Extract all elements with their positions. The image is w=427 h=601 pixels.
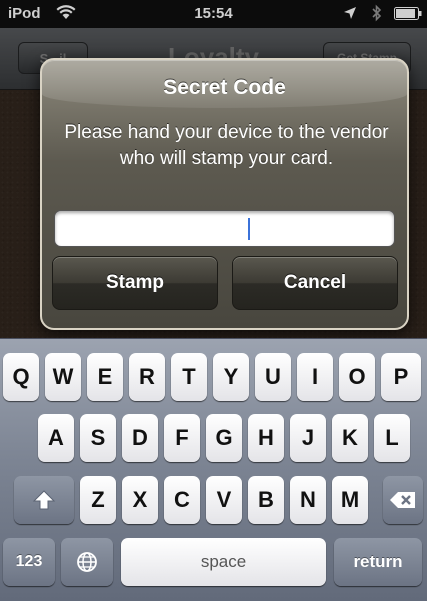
cancel-button[interactable]: Cancel [232, 256, 398, 310]
key-o[interactable]: O [339, 353, 375, 401]
secret-code-input[interactable] [54, 210, 395, 247]
key-q[interactable]: Q [3, 353, 39, 401]
text-cursor [248, 218, 250, 240]
shift-arrow-icon [32, 490, 56, 510]
globe-icon [77, 552, 97, 572]
keyboard: Q W E R T Y U I O P A S D F G H J K L Z … [0, 338, 427, 601]
key-s[interactable]: S [80, 414, 116, 462]
battery-icon [394, 7, 422, 20]
status-time: 15:54 [194, 5, 233, 22]
secret-code-alert: Secret Code Please hand your device to t… [40, 58, 409, 330]
bluetooth-icon [372, 4, 382, 22]
space-key[interactable]: space [121, 538, 326, 586]
location-icon [344, 7, 356, 19]
key-b[interactable]: B [248, 476, 284, 524]
key-t[interactable]: T [171, 353, 207, 401]
key-i[interactable]: I [297, 353, 333, 401]
globe-key[interactable] [61, 538, 113, 586]
return-key[interactable]: return [334, 538, 422, 586]
key-a[interactable]: A [38, 414, 74, 462]
key-z[interactable]: Z [80, 476, 116, 524]
key-u[interactable]: U [255, 353, 291, 401]
key-x[interactable]: X [122, 476, 158, 524]
key-v[interactable]: V [206, 476, 242, 524]
key-w[interactable]: W [45, 353, 81, 401]
key-r[interactable]: R [129, 353, 165, 401]
alert-message: Please hand your device to the vendor wh… [64, 122, 389, 169]
shift-key[interactable] [14, 476, 74, 524]
status-bar: iPod 15:54 [0, 0, 427, 28]
key-h[interactable]: H [248, 414, 284, 462]
key-n[interactable]: N [290, 476, 326, 524]
key-l[interactable]: L [374, 414, 410, 462]
stamp-button[interactable]: Stamp [52, 256, 218, 310]
key-c[interactable]: C [164, 476, 200, 524]
backspace-icon [390, 492, 415, 508]
key-j[interactable]: J [290, 414, 326, 462]
key-d[interactable]: D [122, 414, 158, 462]
key-m[interactable]: M [332, 476, 368, 524]
key-g[interactable]: G [206, 414, 242, 462]
alert-title: Secret Code [163, 76, 286, 99]
key-e[interactable]: E [87, 353, 123, 401]
delete-key[interactable] [383, 476, 423, 524]
key-y[interactable]: Y [213, 353, 249, 401]
key-p[interactable]: P [381, 353, 421, 401]
key-f[interactable]: F [164, 414, 200, 462]
numbers-key[interactable]: 123 [3, 538, 55, 586]
key-k[interactable]: K [332, 414, 368, 462]
